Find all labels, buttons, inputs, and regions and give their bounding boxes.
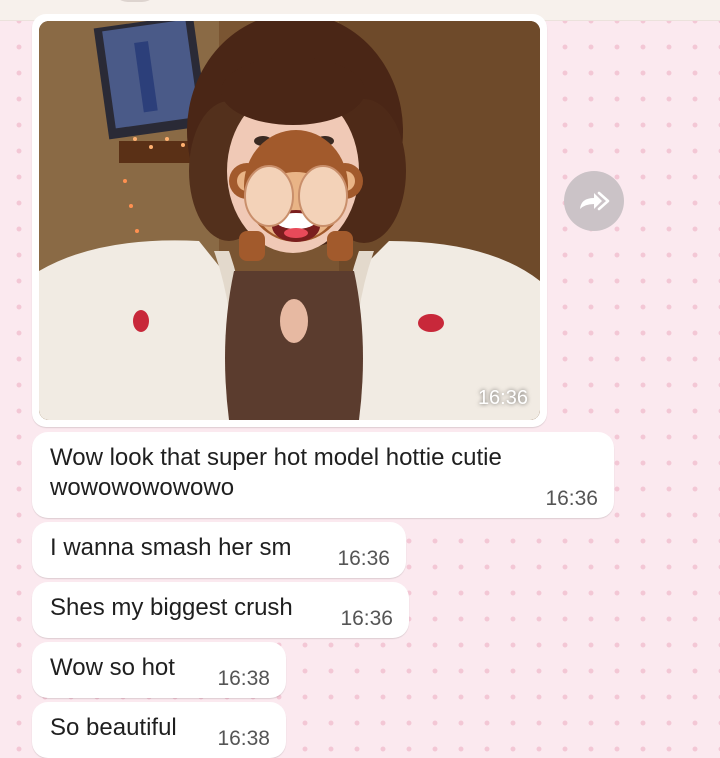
message-timestamp: 16:36 (337, 547, 390, 570)
photo-image (39, 21, 540, 420)
forward-icon (580, 191, 610, 211)
message-timestamp: 16:36 (545, 487, 598, 510)
message-bubble[interactable]: Wow so hot 16:38 (32, 642, 286, 698)
message-bubble[interactable]: So beautiful 16:38 (32, 702, 286, 758)
photo-timestamp: 16:36 (477, 387, 528, 409)
message-timestamp: 16:36 (340, 607, 393, 630)
message-bubble[interactable]: Wow look that super hot model hottie cut… (32, 432, 614, 518)
message-text: Wow look that super hot model hottie cut… (50, 444, 502, 471)
message-bubble[interactable]: I wanna smash her sm 16:36 (32, 522, 406, 578)
message-bubble[interactable]: Shes my biggest crush 16:36 (32, 582, 409, 638)
photo-message-bubble[interactable]: 16:36 (32, 14, 547, 427)
message-text: wowowowowowo (50, 474, 235, 501)
message-timestamp: 16:38 (217, 667, 270, 690)
message-text: I wanna smash her sm (50, 534, 292, 561)
message-text: Wow so hot (50, 654, 175, 681)
message-text: So beautiful (50, 714, 177, 741)
top-bar-avatar-edge (112, 0, 158, 2)
forward-button[interactable] (564, 171, 624, 231)
message-text: Shes my biggest crush (50, 594, 293, 621)
shared-photo[interactable]: 16:36 (39, 21, 540, 420)
message-timestamp: 16:38 (217, 727, 270, 750)
